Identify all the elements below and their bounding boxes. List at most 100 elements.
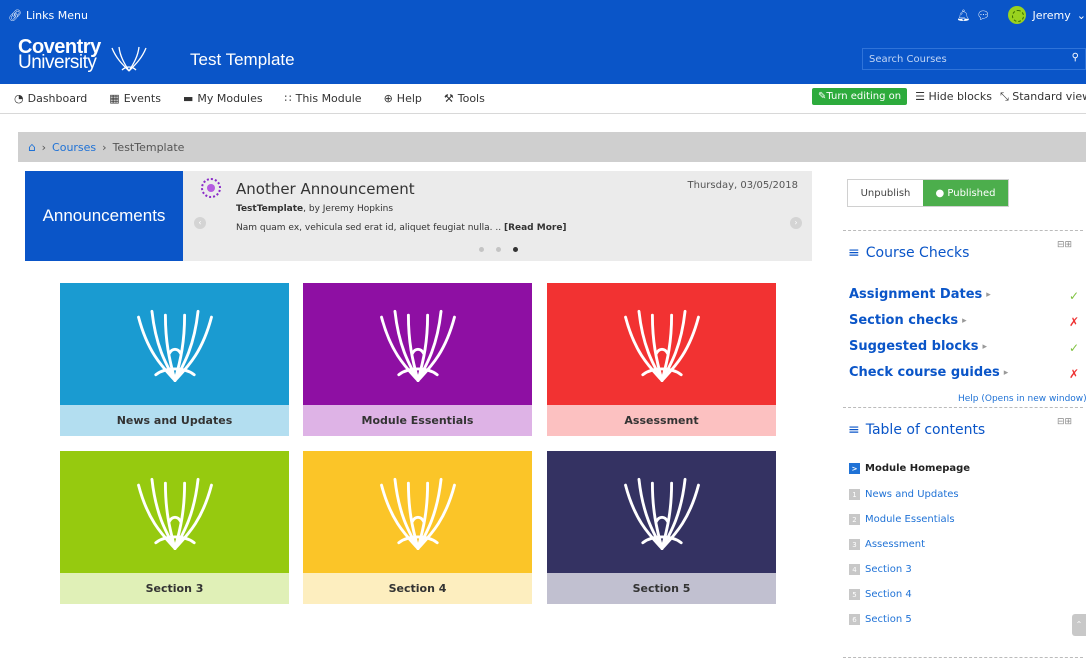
breadcrumb-separator-icon: › xyxy=(41,140,47,154)
check-label: Section checks xyxy=(849,313,959,328)
nav-tools[interactable]: ⚒ Tools xyxy=(444,92,485,105)
nav-dashboard-label: Dashboard xyxy=(27,92,88,105)
published-button[interactable]: ● Published xyxy=(923,180,1008,206)
nav-events-label: Events xyxy=(123,92,161,105)
toc-number: 1 xyxy=(849,489,860,500)
announcement-byline: TestTemplate, by Jeremy Hopkins xyxy=(236,204,393,214)
check-fail-icon: ✗ xyxy=(1069,315,1080,329)
tile-module-essentials[interactable]: Module Essentials xyxy=(303,283,532,436)
briefcase-icon: ▬ xyxy=(182,92,194,105)
help-link[interactable]: Help (Opens in new window) xyxy=(958,394,1086,404)
breadcrumb-courses[interactable]: Courses xyxy=(52,141,96,154)
toc-item-section-5[interactable]: 6 Section 5 xyxy=(849,614,912,625)
tile-label: Section 4 xyxy=(303,573,532,604)
nav-help[interactable]: ⊕ Help xyxy=(384,92,422,105)
announcement-title[interactable]: Another Announcement xyxy=(236,180,415,198)
toc-item-section-3[interactable]: 4 Section 3 xyxy=(849,564,912,575)
toc-item-module-homepage[interactable]: > Module Homepage xyxy=(849,463,970,474)
tile-image xyxy=(60,451,289,573)
nav-this-module[interactable]: ∷ This Module xyxy=(285,92,362,105)
check-label: Suggested blocks xyxy=(849,339,979,354)
caret-right-icon: ▸ xyxy=(982,341,987,352)
standard-view-button[interactable]: ⤡ Standard view xyxy=(1000,90,1086,104)
link-icon: 🔗︎ xyxy=(8,9,22,22)
phoenix-logo-icon xyxy=(111,46,147,72)
carousel-dot-active[interactable] xyxy=(513,247,518,252)
toc-item-assessment[interactable]: 3 Assessment xyxy=(849,539,925,550)
breadcrumb-current: TestTemplate xyxy=(112,140,185,154)
published-label: Published xyxy=(947,187,996,199)
wrench-icon: ⚒ xyxy=(443,92,454,105)
check-pass-icon: ✓ xyxy=(1069,289,1080,303)
tile-news-and-updates[interactable]: News and Updates xyxy=(60,283,289,436)
toc-label: Section 4 xyxy=(865,589,912,600)
carousel-prev-icon[interactable]: ‹ xyxy=(194,217,206,229)
nav-bar: ◔ Dashboard ▦ Events ▬ My Modules ∷ This Mod… xyxy=(0,84,1086,114)
toc-label: News and Updates xyxy=(865,489,959,500)
expand-icon: ⤡ xyxy=(999,89,1009,103)
scroll-to-top-icon[interactable]: ⌃ xyxy=(1072,614,1086,636)
user-name[interactable]: Jeremy xyxy=(1032,9,1070,22)
toc-label: Module Essentials xyxy=(865,514,955,525)
unpublish-button[interactable]: Unpublish xyxy=(848,180,923,206)
toc-label: Section 3 xyxy=(865,564,912,575)
top-links-bar: 🔗︎ Links Menu 🔔︎ 💬︎ Jeremy ⌄ xyxy=(0,0,1086,31)
nav-dashboard[interactable]: ◔ Dashboard xyxy=(14,92,87,105)
tile-assessment[interactable]: Assessment xyxy=(547,283,776,436)
block-controls-icon[interactable]: ⊟⊞ xyxy=(1057,240,1072,250)
hide-blocks-button[interactable]: ☰ Hide blocks xyxy=(915,90,992,103)
menu-icon: ≡ xyxy=(848,245,860,261)
dashboard-icon: ◔ xyxy=(14,92,24,105)
block-controls-icon[interactable]: ⊟⊞ xyxy=(1057,417,1072,427)
tile-image xyxy=(60,283,289,405)
chat-icon[interactable]: 💬︎ xyxy=(977,9,991,22)
user-area: 🔔︎ 💬︎ Jeremy ⌄ xyxy=(957,6,1086,24)
turn-editing-on-button[interactable]: ✎Turn editing on xyxy=(812,88,908,105)
links-menu[interactable]: 🔗︎ Links Menu xyxy=(8,9,88,22)
caret-right-icon: ▸ xyxy=(1003,367,1009,378)
carousel-dot[interactable] xyxy=(479,247,484,252)
phoenix-emblem-icon xyxy=(379,477,456,550)
toc-number: 4 xyxy=(849,564,860,575)
toc-number: 5 xyxy=(849,589,860,600)
site-header: Coventry University Test Template ⚲ xyxy=(0,31,1086,84)
check-suggested-blocks[interactable]: Suggested blocks ▸ xyxy=(849,339,987,354)
search-input[interactable] xyxy=(863,49,1063,69)
toc-number: 3 xyxy=(849,539,860,550)
home-icon[interactable]: ⌂ xyxy=(28,140,36,154)
toc-header: ≡ Table of contents xyxy=(848,422,985,438)
nav-events[interactable]: ▦ Events xyxy=(109,92,161,105)
check-assignment-dates[interactable]: Assignment Dates ▸ xyxy=(849,287,991,302)
phoenix-emblem-icon xyxy=(136,309,213,382)
tile-section-4[interactable]: Section 4 xyxy=(303,451,532,604)
read-more-link[interactable]: [Read More] xyxy=(504,223,567,233)
caret-right-icon: ▸ xyxy=(962,315,967,326)
university-logo[interactable]: Coventry University xyxy=(18,37,101,73)
carousel-dot[interactable] xyxy=(496,247,501,252)
toc-item-section-4[interactable]: 5 Section 4 xyxy=(849,589,912,600)
chevron-down-icon[interactable]: ⌄ xyxy=(1077,9,1086,22)
site-title[interactable]: Test Template xyxy=(190,50,295,70)
breadcrumb: ⌂ › Courses › TestTemplate xyxy=(18,132,1086,162)
logo-line-2: University xyxy=(18,52,97,73)
toc-title: Table of contents xyxy=(865,422,986,438)
tile-section-3[interactable]: Section 3 xyxy=(60,451,289,604)
nav-my-modules[interactable]: ▬ My Modules xyxy=(183,92,263,105)
hide-blocks-label: Hide blocks xyxy=(928,90,992,103)
nav-my-modules-label: My Modules xyxy=(197,92,263,105)
bell-icon[interactable]: 🔔︎ xyxy=(957,9,971,22)
avatar[interactable] xyxy=(1008,6,1027,24)
tile-label: Section 5 xyxy=(547,573,776,604)
toc-item-module-essentials[interactable]: 2 Module Essentials xyxy=(849,514,955,525)
check-course-guides[interactable]: Check course guides ▸ xyxy=(849,365,1008,380)
caret-right-icon: ▸ xyxy=(986,289,991,300)
menu-icon: ≡ xyxy=(848,422,860,438)
toc-number: > xyxy=(849,463,860,474)
search-icon[interactable]: ⚲ xyxy=(1072,52,1079,63)
announcements-heading: Announcements xyxy=(25,171,183,261)
toc-item-news-and-updates[interactable]: 1 News and Updates xyxy=(849,489,959,500)
nav-tools-label: Tools xyxy=(457,92,485,105)
carousel-next-icon[interactable]: › xyxy=(790,217,802,229)
check-section-checks[interactable]: Section checks ▸ xyxy=(849,313,967,328)
tile-section-5[interactable]: Section 5 xyxy=(547,451,776,604)
